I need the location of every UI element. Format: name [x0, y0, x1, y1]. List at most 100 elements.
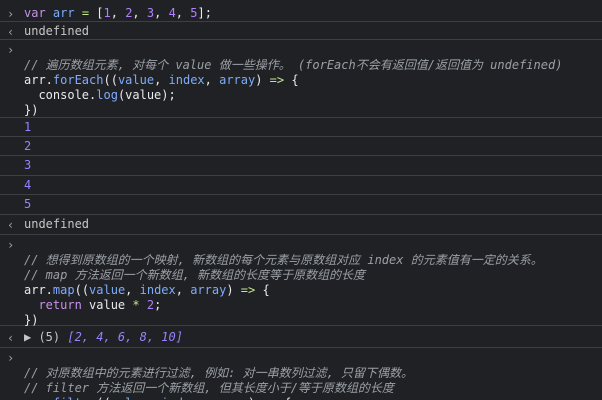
code-token: array: [190, 283, 227, 297]
code-token: [2, 4, 6, 8, 10]: [67, 330, 183, 344]
code-token: 4: [168, 6, 176, 20]
return-value-icon: ‹: [7, 25, 15, 39]
code-token: return: [38, 298, 82, 312]
console-result-entry: ‹ undefined: [0, 22, 602, 40]
console-log-entry: 5: [0, 195, 602, 215]
code-token: =>: [240, 283, 256, 297]
code-line: // map 方法返回一个新数组, 新数组的长度等于原数组的长度: [24, 268, 602, 283]
console-code-entry: // 想得到原数组的一个映射, 新数组的每个元素与原数组对应 index 的元素…: [0, 251, 602, 327]
console-log-entry: 2: [0, 137, 602, 156]
code-token: *: [132, 298, 140, 312]
code-token: var: [24, 6, 53, 20]
console-log-entry: 4: [0, 176, 602, 195]
code-token: value: [111, 396, 147, 400]
code-token: 3: [24, 158, 32, 172]
code-line: ▶ (5) [2, 4, 6, 8, 10]: [24, 330, 602, 345]
code-token: map: [52, 283, 75, 297]
code-line: 5: [24, 197, 602, 212]
code-line: return value * 2;: [24, 298, 602, 313]
code-token: {: [255, 283, 270, 297]
console-prompt-entry: ›: [0, 42, 602, 58]
devtools-console: › var arr = [1, 2, 3, 4, 5]; ‹ undefined ›//…: [0, 0, 602, 400]
code-line: // 对原数组中的元素进行过滤, 例如: 对一串数列过滤, 只留下偶数。: [24, 366, 602, 381]
code-line: arr.map((value, index, array) => {: [24, 283, 602, 298]
code-token: arr.: [24, 73, 53, 87]
code-line: // 想得到原数组的一个映射, 新数组的每个元素与原数组对应 index 的元素…: [24, 253, 602, 268]
return-value-icon: ‹: [7, 218, 15, 232]
code-token: ((: [74, 283, 90, 297]
console-prompt-entry: ›: [0, 348, 602, 365]
code-line: 4: [24, 178, 602, 193]
console-result-entry[interactable]: ‹ ▶ (5) [2, 4, 6, 8, 10]: [0, 326, 602, 348]
code-token: ): [248, 396, 262, 400]
code-token: forEach: [52, 73, 104, 87]
console-input-entry: › var arr = [1, 2, 3, 4, 5];: [0, 4, 602, 22]
code-token: ,: [110, 6, 126, 20]
code-token: arr.: [24, 283, 53, 297]
console-prompt-entry: ›: [0, 235, 602, 252]
code-token: // 遍历数组元素, 对每个 value 做一些操作。 (forEach不会有返…: [24, 58, 563, 72]
code-token: 1: [103, 6, 111, 20]
code-token: ,: [154, 6, 169, 20]
code-line: var arr = [1, 2, 3, 4, 5];: [24, 6, 602, 21]
console-log-entry: 1: [0, 118, 602, 137]
code-token: array: [219, 73, 256, 87]
console-log-entry: 3: [0, 156, 602, 176]
return-value-icon: ‹: [7, 331, 15, 345]
code-line: // 遍历数组元素, 对每个 value 做一些操作。 (forEach不会有返…: [24, 58, 602, 73]
code-line: 2: [24, 139, 602, 154]
code-token: ,: [204, 73, 220, 87]
code-token: // 对原数组中的元素进行过滤, 例如: 对一串数列过滤, 只留下偶数。: [24, 366, 414, 380]
code-token: ,: [125, 283, 140, 297]
code-token: ,: [154, 73, 169, 87]
code-token: filter: [53, 396, 96, 400]
code-token: 2: [146, 298, 155, 312]
code-line: arr.forEach((value, index, array) => {: [24, 73, 602, 88]
code-token: 2: [24, 139, 32, 153]
code-line: 1: [24, 120, 602, 135]
code-token: ): [255, 73, 270, 87]
code-token: ,: [175, 6, 191, 20]
code-token: }): [24, 103, 39, 117]
code-token: ,: [147, 396, 161, 400]
code-token: ,: [175, 283, 191, 297]
code-token: undefined: [24, 217, 90, 231]
code-line: // filter 方法返回一个新数组, 但其长度小于/等于原数组的长度: [24, 381, 602, 396]
code-token: index: [139, 283, 176, 297]
code-token: ];: [197, 6, 212, 20]
code-token: log: [96, 88, 118, 102]
code-line: 3: [24, 158, 602, 173]
code-token: (value);: [117, 88, 176, 102]
code-token: ): [226, 283, 241, 297]
code-token: 5: [24, 197, 32, 211]
code-token: }): [24, 313, 39, 327]
code-token: ((: [96, 396, 110, 400]
code-token: index: [161, 396, 197, 400]
code-token: {: [284, 73, 299, 87]
code-token: {: [277, 396, 291, 400]
code-token: =>: [269, 73, 285, 87]
code-token: (5): [31, 330, 68, 344]
code-token: index: [168, 73, 205, 87]
code-token: // filter 方法返回一个新数组, 但其长度小于/等于原数组的长度: [24, 381, 394, 395]
code-token: [: [96, 6, 104, 20]
code-token: ;: [154, 298, 162, 312]
input-prompt-icon: ›: [7, 43, 15, 57]
code-token: console.: [24, 88, 97, 102]
code-token: // map 方法返回一个新数组, 新数组的长度等于原数组的长度: [24, 268, 366, 282]
code-token: value: [117, 73, 155, 87]
code-line: undefined: [24, 24, 602, 39]
code-token: array: [212, 396, 248, 400]
code-token: =: [81, 6, 97, 20]
console-code-entry: // 遍历数组元素, 对每个 value 做一些操作。 (forEach不会有返…: [0, 58, 602, 118]
console-code-entry: // 对原数组中的元素进行过滤, 例如: 对一串数列过滤, 只留下偶数。// f…: [0, 364, 602, 400]
code-token: ,: [197, 396, 211, 400]
code-line: console.log(value);: [24, 88, 602, 103]
code-token: undefined: [24, 24, 90, 38]
code-line: undefined: [24, 217, 602, 232]
